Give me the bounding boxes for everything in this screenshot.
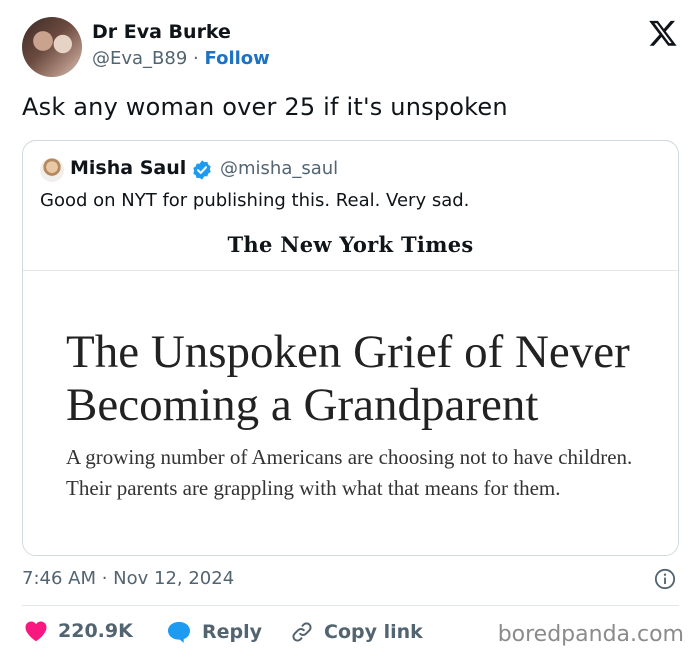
x-logo-icon[interactable]: [648, 18, 678, 48]
quoted-tweet-card[interactable]: Misha Saul @misha_saul Good on NYT for p…: [22, 140, 679, 556]
copy-link-label: Copy link: [324, 621, 423, 643]
quoted-author-name[interactable]: Misha Saul: [70, 157, 186, 179]
article-dek: A growing number of Americans are choosi…: [66, 445, 633, 500]
like-button[interactable]: 220.9K: [24, 620, 133, 642]
quoted-avatar[interactable]: [40, 158, 64, 182]
author-avatar[interactable]: [22, 17, 82, 77]
meta-separator: ·: [193, 48, 199, 69]
author-name[interactable]: Dr Eva Burke: [92, 21, 231, 43]
article-screenshot[interactable]: The New York Times The Unspoken Grief of…: [23, 226, 678, 555]
watermark: boredpanda.com: [497, 622, 684, 647]
author-meta: @Eva_B89 · Follow: [92, 48, 270, 69]
masthead-rule: [23, 270, 678, 271]
info-icon[interactable]: [654, 568, 676, 590]
reply-label: Reply: [202, 621, 263, 643]
quoted-tweet-text: Good on NYT for publishing this. Real. V…: [40, 190, 470, 211]
reply-button[interactable]: Reply: [166, 620, 262, 644]
nyt-logo: The New York Times: [227, 232, 474, 257]
follow-button[interactable]: Follow: [205, 48, 270, 69]
copy-link-button[interactable]: Copy link: [290, 620, 423, 644]
like-count: 220.9K: [58, 620, 133, 642]
verified-badge-icon: [193, 160, 211, 180]
link-icon: [292, 622, 312, 642]
actions-divider: [22, 605, 679, 606]
author-handle[interactable]: @Eva_B89: [92, 48, 187, 69]
quoted-author-handle[interactable]: @misha_saul: [220, 158, 338, 179]
heart-icon: [25, 621, 47, 642]
tweet-text: Ask any woman over 25 if it's unspoken: [22, 93, 508, 121]
article-headline: The Unspoken Grief of Never Becoming a G…: [66, 326, 630, 431]
speech-bubble-icon: [168, 622, 190, 643]
timestamp[interactable]: 7:46 AM · Nov 12, 2024: [22, 568, 234, 589]
